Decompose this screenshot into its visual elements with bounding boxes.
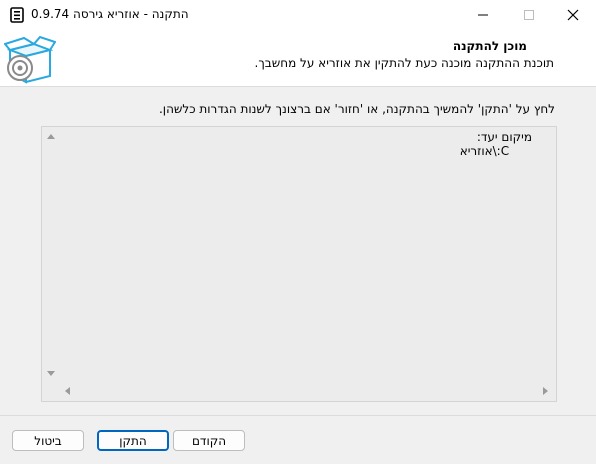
header-subtitle: תוכנת ההתקנה מוכנה כעת להתקין את אוזריא … xyxy=(254,56,554,70)
close-icon xyxy=(567,9,579,21)
back-button[interactable]: הקודם xyxy=(173,430,245,451)
instruction-text: לחץ על 'התקן' להמשיך בהתקנה, או 'חזור' א… xyxy=(158,102,555,116)
cancel-button[interactable]: ביטול xyxy=(12,430,84,451)
app-icon xyxy=(10,7,24,23)
window-title: התקנה - אוזריא גירסה 0.9.74 xyxy=(31,7,189,21)
memo-text: מיקום יעד: C:\אוזריא xyxy=(459,130,532,158)
installer-box-icon xyxy=(4,35,56,84)
footer-divider xyxy=(0,415,596,416)
install-button[interactable]: התקן xyxy=(97,430,169,451)
minimize-button[interactable] xyxy=(460,0,506,30)
scroll-right-arrow-icon[interactable] xyxy=(540,386,550,396)
maximize-icon xyxy=(524,10,534,20)
minimize-icon xyxy=(478,14,488,16)
wizard-header: מוכן להתקנה תוכנת ההתקנה מוכנה כעת להתקי… xyxy=(0,30,596,87)
maximize-button[interactable] xyxy=(506,0,552,30)
scroll-up-arrow-icon[interactable] xyxy=(46,131,56,141)
title-bar: התקנה - אוזריא גירסה 0.9.74 xyxy=(0,0,596,30)
scroll-left-arrow-icon[interactable] xyxy=(63,386,73,396)
scroll-down-arrow-icon[interactable] xyxy=(46,369,56,379)
ready-memo-box[interactable]: מיקום יעד: C:\אוזריא xyxy=(41,126,557,402)
close-button[interactable] xyxy=(550,0,596,30)
header-title: מוכן להתקנה xyxy=(452,39,527,53)
